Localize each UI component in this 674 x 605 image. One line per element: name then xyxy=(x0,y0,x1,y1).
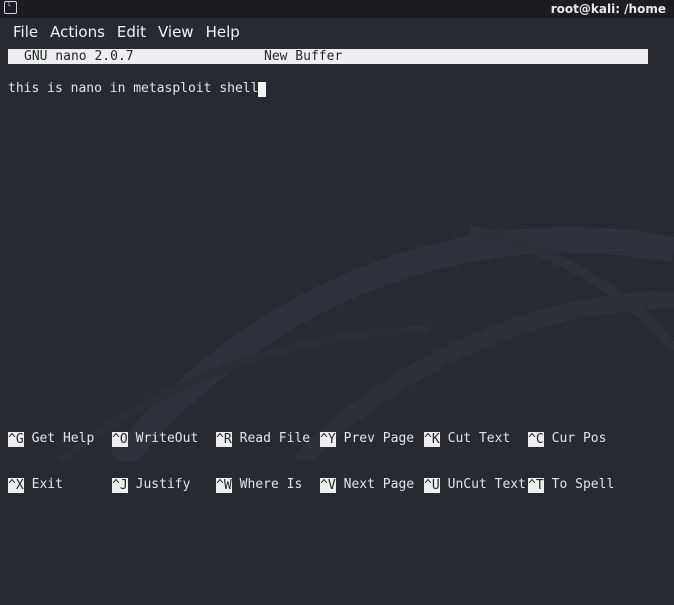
terminal-icon-glyph: ˪ xyxy=(7,0,13,9)
shortcut-label: Get Help xyxy=(31,431,95,446)
background-dragon-curves xyxy=(57,225,674,461)
shortcut-key: ^K xyxy=(424,431,440,447)
menu-edit[interactable]: Edit xyxy=(111,23,152,41)
shortcut-cur-pos[interactable]: ^C Cur Pos xyxy=(528,431,606,447)
shortcut-label: To Spell xyxy=(551,477,615,492)
shortcut-get-help[interactable]: ^G Get Help xyxy=(8,431,94,447)
nano-version: GNU nano 2.0.7 xyxy=(24,49,134,64)
shortcut-key: ^X xyxy=(8,477,24,493)
buffer-name: New Buffer xyxy=(264,49,343,64)
shortcut-key: ^R xyxy=(216,431,232,447)
shortcut-row-1: ^G Get Help ^O WriteOut ^R Read File ^Y … xyxy=(8,431,606,447)
window-title: root@kali: /home xyxy=(550,2,666,16)
terminal-icon: ˪ xyxy=(4,0,17,14)
shortcut-to-spell[interactable]: ^T To Spell xyxy=(528,477,614,493)
shortcut-label: Read File xyxy=(239,431,311,446)
text-cursor xyxy=(258,81,267,97)
shortcut-where-is[interactable]: ^W Where Is xyxy=(216,477,302,493)
shortcut-label: Where Is xyxy=(239,477,303,492)
shortcut-key: ^J xyxy=(112,477,128,493)
shortcut-label: Exit xyxy=(31,477,63,492)
shortcut-row-2: ^X Exit ^J Justify ^W Where Is ^V Next P… xyxy=(8,477,614,493)
shortcut-bar: ^G Get Help ^O WriteOut ^R Read File ^Y … xyxy=(8,401,614,508)
shortcut-key: ^T xyxy=(528,477,544,493)
shortcut-justify[interactable]: ^J Justify xyxy=(112,477,190,493)
window-titlebar: ˪ root@kali: /home xyxy=(0,0,674,18)
shortcut-key: ^G xyxy=(8,431,24,447)
shortcut-writeout[interactable]: ^O WriteOut xyxy=(112,431,198,447)
shortcut-key: ^Y xyxy=(320,431,336,447)
shortcut-read-file[interactable]: ^R Read File xyxy=(216,431,310,447)
shortcut-label: Justify xyxy=(135,477,191,492)
menubar: File Actions Edit View Help xyxy=(0,20,246,44)
shortcut-label: Next Page xyxy=(343,477,415,492)
shortcut-key: ^C xyxy=(528,431,544,447)
shortcut-prev-page[interactable]: ^Y Prev Page xyxy=(320,431,414,447)
shortcut-label: UnCut Text xyxy=(447,477,526,492)
menu-actions[interactable]: Actions xyxy=(44,23,111,41)
shortcut-label: Prev Page xyxy=(343,431,415,446)
menu-help[interactable]: Help xyxy=(200,23,246,41)
nano-title-bar: GNU nano 2.0.7 New Buffer xyxy=(8,49,648,64)
shortcut-uncut-text[interactable]: ^U UnCut Text xyxy=(424,477,526,493)
shortcut-key: ^U xyxy=(424,477,440,493)
shortcut-cut-text[interactable]: ^K Cut Text xyxy=(424,431,510,447)
menu-view[interactable]: View xyxy=(152,23,200,41)
shortcut-exit[interactable]: ^X Exit xyxy=(8,477,63,493)
shortcut-key: ^O xyxy=(112,431,128,447)
shortcut-label: Cur Pos xyxy=(551,431,607,446)
shortcut-label: WriteOut xyxy=(135,431,199,446)
shortcut-key: ^W xyxy=(216,477,232,493)
menu-file[interactable]: File xyxy=(0,23,44,41)
shortcut-key: ^V xyxy=(320,477,336,493)
editor-line-text: this is nano in metasploit shell xyxy=(8,81,259,96)
editor-text-area[interactable]: this is nano in metasploit shell xyxy=(8,81,267,97)
shortcut-next-page[interactable]: ^V Next Page xyxy=(320,477,414,493)
shortcut-label: Cut Text xyxy=(447,431,511,446)
